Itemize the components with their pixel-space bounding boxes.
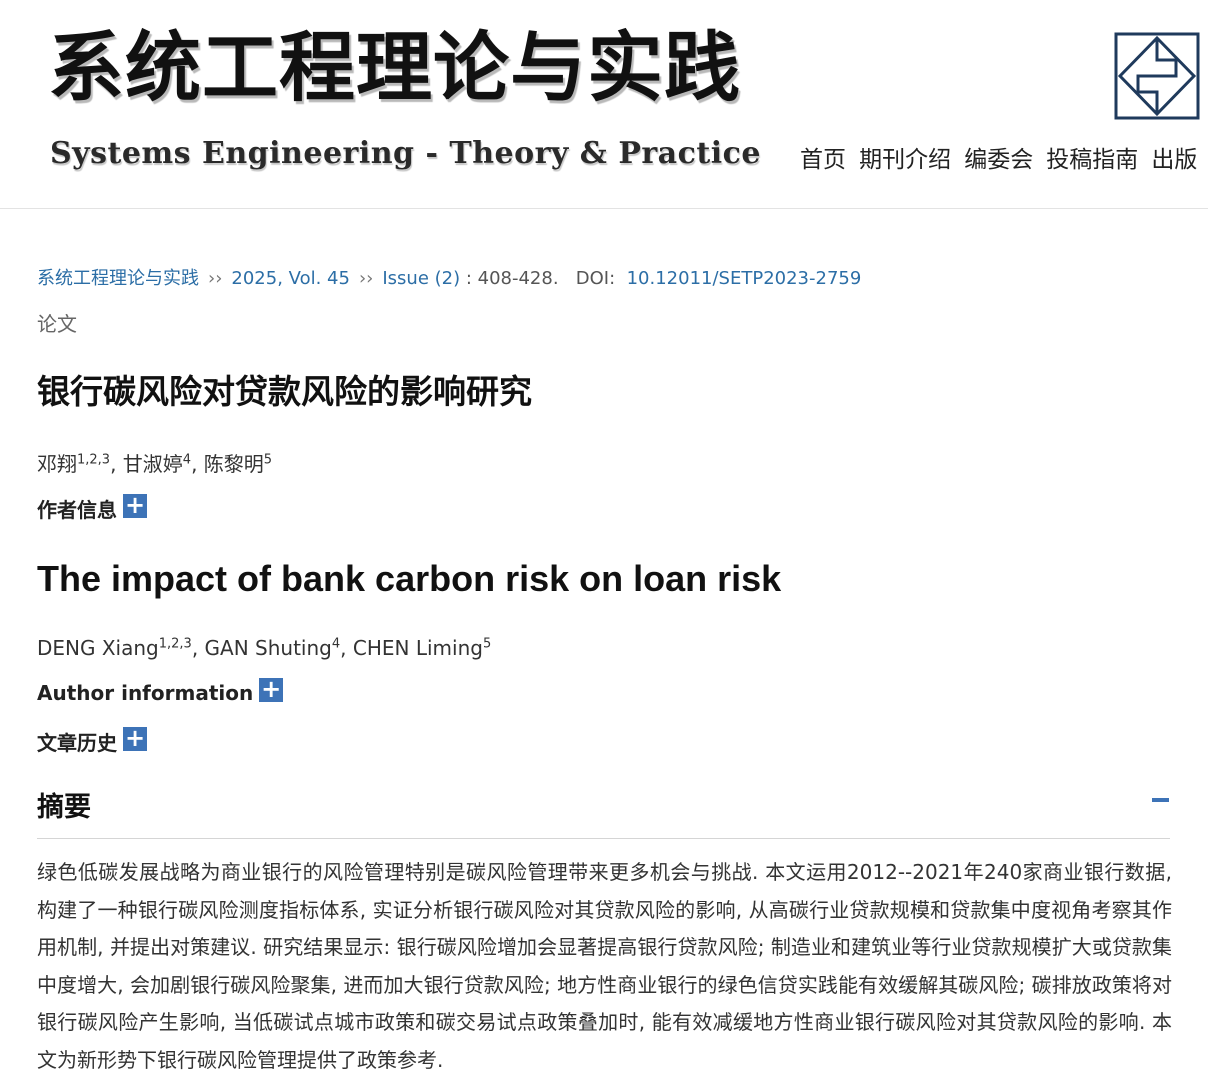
- plus-icon[interactable]: +: [123, 726, 147, 751]
- author-affiliation: 1,2,3: [158, 636, 192, 652]
- author-separator: ,: [110, 452, 123, 476]
- author-name[interactable]: 邓翔: [37, 452, 77, 476]
- abstract-divider: [37, 838, 1170, 839]
- author-name[interactable]: DENG Xiang: [37, 636, 159, 660]
- nav-editorial-board[interactable]: 编委会: [964, 147, 1033, 173]
- article-title-en: The impact of bank carbon risk on loan r…: [37, 558, 782, 599]
- site-header: 系统工程理论与实践 Systems Engineering - Theory &…: [0, 0, 1208, 209]
- plus-icon[interactable]: +: [259, 677, 284, 702]
- author-name[interactable]: GAN Shuting: [205, 636, 332, 660]
- doi-link[interactable]: 10.12011/SETP2023-2759: [627, 268, 862, 289]
- breadcrumb-volume-link[interactable]: 2025, Vol. 45: [231, 268, 350, 289]
- journal-logo-cn[interactable]: 系统工程理论与实践: [48, 18, 741, 118]
- page-range: : 408-428.: [465, 268, 559, 289]
- author-info-en-toggle[interactable]: Author information +: [37, 677, 284, 705]
- author-info-en-label: Author information: [37, 681, 254, 705]
- author-affiliation: 5: [263, 452, 273, 468]
- author-affiliation: 1,2,3: [77, 452, 111, 468]
- author-info-cn-toggle[interactable]: 作者信息 +: [37, 493, 147, 523]
- abstract-text: 绿色低碳发展战略为商业银行的风险管理特别是碳风险管理带来更多机会与挑战. 本文运…: [37, 860, 1172, 1072]
- journal-logo-en[interactable]: Systems Engineering - Theory & Practice: [50, 134, 761, 174]
- article-title-cn: 银行碳风险对贷款风险的影响研究: [37, 372, 532, 411]
- author-separator: ,: [340, 636, 353, 660]
- journal-emblem-icon: [1114, 32, 1200, 120]
- author-name[interactable]: 甘淑婷: [123, 452, 183, 476]
- article-history-label: 文章历史: [37, 731, 117, 755]
- author-affiliation: 4: [331, 636, 341, 652]
- nav-submission-guide[interactable]: 投稿指南: [1046, 147, 1138, 173]
- breadcrumb-issue-link[interactable]: Issue (2): [382, 268, 460, 289]
- author-name[interactable]: CHEN Liming: [353, 636, 483, 660]
- author-list-en: DENG Xiang1,2,3, GAN Shuting4, CHEN Limi…: [37, 636, 491, 660]
- author-separator: ,: [191, 636, 205, 660]
- minus-icon[interactable]: [1152, 798, 1169, 802]
- plus-icon[interactable]: +: [123, 493, 147, 518]
- article-history-toggle[interactable]: 文章历史 +: [37, 726, 147, 756]
- breadcrumb: 系统工程理论与实践 ›› 2025, Vol. 45 ›› Issue (2) : 40…: [37, 264, 861, 290]
- author-name[interactable]: 陈黎明: [204, 452, 264, 476]
- author-list-cn: 邓翔1,2,3, 甘淑婷4, 陈黎明5: [37, 448, 272, 477]
- breadcrumb-journal-link[interactable]: 系统工程理论与实践: [37, 268, 199, 289]
- breadcrumb-separator-icon: ››: [358, 268, 374, 289]
- doi-label: DOI:: [575, 268, 616, 289]
- author-separator: ,: [191, 452, 204, 476]
- nav-about[interactable]: 期刊介绍: [859, 147, 951, 173]
- abstract-heading: 摘要: [37, 792, 91, 823]
- breadcrumb-separator-icon: ››: [208, 268, 223, 289]
- nav-home[interactable]: 首页: [800, 147, 846, 173]
- author-affiliation: 5: [482, 636, 492, 652]
- author-affiliation: 4: [182, 452, 192, 468]
- author-info-cn-label: 作者信息: [37, 498, 117, 522]
- article-column: 论文: [37, 312, 77, 336]
- nav-publishing[interactable]: 出版: [1151, 147, 1197, 173]
- top-nav: 首页 期刊介绍 编委会 投稿指南 出版: [800, 140, 1208, 174]
